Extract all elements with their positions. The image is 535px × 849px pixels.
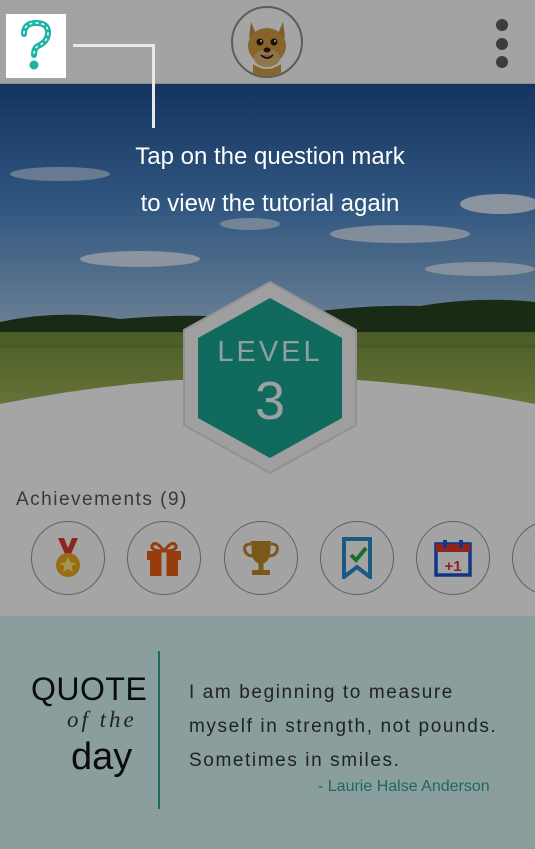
question-mark-icon [21, 20, 52, 70]
quote-text: I am beginning to measure myself in stre… [189, 676, 524, 778]
menu-dot-icon [496, 38, 508, 50]
quote-heading-top: QUOTE [31, 671, 148, 707]
achievements-title: Achievements (9) [16, 489, 188, 510]
tooltip-pointer [73, 44, 155, 47]
quote-author: - Laurie Halse Anderson [318, 778, 490, 795]
quote-heading-bottom: day [71, 736, 133, 778]
dog-avatar-icon[interactable] [231, 6, 303, 78]
quote-line: I am beginning to measure [189, 682, 454, 703]
level-badge[interactable]: LEVEL 3 [180, 280, 360, 475]
menu-dot-icon [496, 56, 508, 68]
help-button[interactable] [6, 14, 66, 78]
trophy-icon[interactable] [224, 521, 298, 595]
quote-divider [158, 651, 160, 809]
gift-icon[interactable] [127, 521, 201, 595]
top-bar [0, 0, 535, 84]
quote-of-the-day-panel: QUOTE of the day I am beginning to measu… [0, 616, 535, 849]
quote-line: Sometimes in smiles. [189, 750, 401, 771]
menu-dot-icon [496, 19, 508, 31]
medal-icon[interactable] [31, 521, 105, 595]
calendar-plus-one-text: +1 [444, 558, 461, 575]
app-screen: LEVEL 3 Achievements (9) +1 QUOTE of the… [0, 0, 535, 849]
more-menu-button[interactable] [487, 16, 517, 72]
tooltip-pointer [152, 44, 155, 128]
tooltip-line: to view the tutorial again [140, 190, 400, 217]
bookmark-check-icon[interactable] [320, 521, 394, 595]
level-number: 3 [254, 371, 286, 431]
quote-line: myself in strength, not pounds. [189, 716, 498, 737]
level-label: LEVEL [217, 336, 323, 368]
quote-heading-mid: of the [67, 707, 137, 732]
calendar-plus-one-icon[interactable]: +1 [416, 521, 490, 595]
tooltip-line: Tap on the question mark [135, 143, 405, 170]
